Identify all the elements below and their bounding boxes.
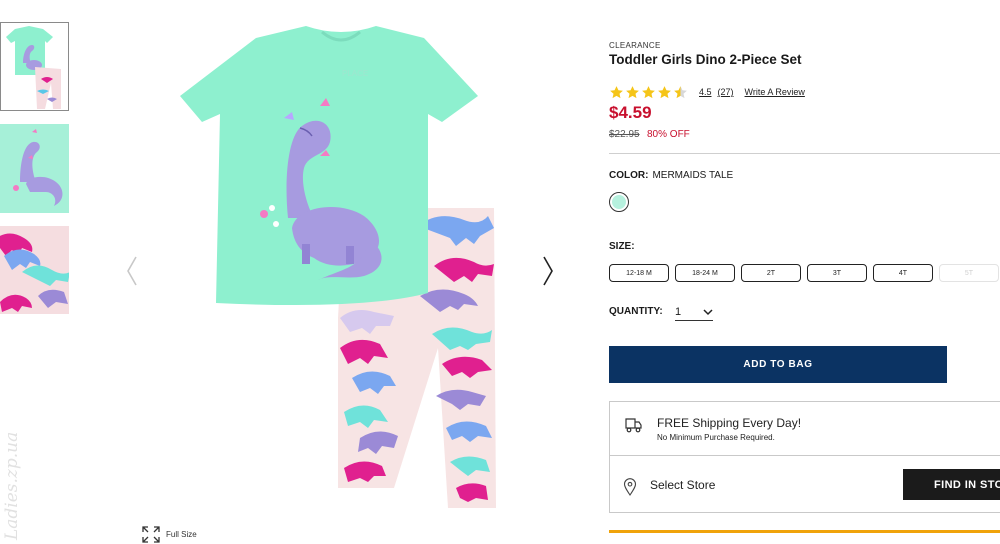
shipping-title: FREE Shipping Every Day!: [657, 416, 802, 430]
chevron-down-icon: [703, 308, 713, 315]
promo-bar: [609, 530, 1000, 533]
thumbnail-2[interactable]: [0, 124, 69, 213]
divider: [609, 153, 1000, 154]
watermark-text: Ladies.zp.ua: [2, 431, 22, 540]
color-swatch[interactable]: [609, 192, 629, 212]
quantity-select[interactable]: 1: [675, 303, 713, 321]
write-review-link[interactable]: Write A Review: [745, 87, 805, 97]
original-price: $22.95: [609, 129, 640, 140]
size-option-3t[interactable]: 3T: [807, 264, 867, 282]
sale-price: $4.59: [609, 103, 652, 122]
product-photo: PLACE: [180, 26, 496, 508]
thumbnail-1[interactable]: [0, 22, 69, 111]
color-label: COLOR:: [609, 170, 649, 181]
full-size-button[interactable]: Full Size: [141, 525, 211, 544]
size-option-5t[interactable]: 5T: [939, 264, 999, 282]
find-in-store-button[interactable]: FIND IN STORE: [903, 469, 1000, 500]
rating-row: 4.5 (27) Write A Review: [609, 84, 805, 100]
shirt-brand-print: PLACE: [342, 69, 368, 78]
color-swatch-fill: [612, 195, 626, 209]
star-icon: [658, 85, 671, 98]
size-option-2t[interactable]: 2T: [741, 264, 801, 282]
size-option-12-18-m[interactable]: 12-18 M: [609, 264, 669, 282]
shipping-row: FREE Shipping Every Day! No Minimum Purc…: [610, 402, 1000, 456]
thumbnail-2-image: [13, 129, 63, 206]
quantity-value: 1: [675, 305, 682, 318]
product-title: Toddler Girls Dino 2-Piece Set: [609, 52, 802, 67]
rating-stars: [609, 85, 688, 100]
full-size-label: Full Size: [166, 530, 197, 539]
color-row: COLOR: MERMAIDS TALE: [609, 170, 733, 181]
quantity-label: QUANTITY:: [609, 306, 663, 317]
select-store-link[interactable]: Select Store: [650, 478, 715, 492]
rating-value[interactable]: 4.5: [699, 87, 712, 97]
thumbnail-1-image: [6, 26, 61, 109]
truck-icon: [625, 418, 642, 433]
review-count[interactable]: (27): [718, 87, 734, 97]
map-pin-icon: [623, 478, 637, 496]
add-to-bag-button[interactable]: ADD TO BAG: [609, 346, 947, 383]
size-option-4t[interactable]: 4T: [873, 264, 933, 282]
shipping-subtitle: No Minimum Purchase Required.: [657, 433, 775, 442]
star-icon: [642, 85, 655, 98]
next-image-button[interactable]: [538, 254, 558, 288]
discount-label: 80% OFF: [647, 129, 690, 140]
category-label: CLEARANCE: [609, 41, 661, 50]
color-value: MERMAIDS TALE: [652, 170, 734, 181]
chevron-right-icon: [543, 256, 553, 286]
star-icon: [626, 85, 639, 98]
expand-icon: [142, 526, 160, 543]
thumbnail-3[interactable]: [0, 226, 69, 314]
size-label: SIZE:: [609, 241, 635, 252]
size-option-18-24-m[interactable]: 18-24 M: [675, 264, 735, 282]
star-icon: [610, 85, 623, 98]
fulfillment-box: FREE Shipping Every Day! No Minimum Purc…: [609, 401, 1000, 513]
chevron-left-icon: [127, 256, 137, 286]
main-product-image[interactable]: PLACE: [180, 18, 510, 518]
thumbnail-3-image: [0, 233, 69, 312]
star-icon: [674, 85, 687, 98]
previous-image-button[interactable]: [122, 254, 142, 288]
